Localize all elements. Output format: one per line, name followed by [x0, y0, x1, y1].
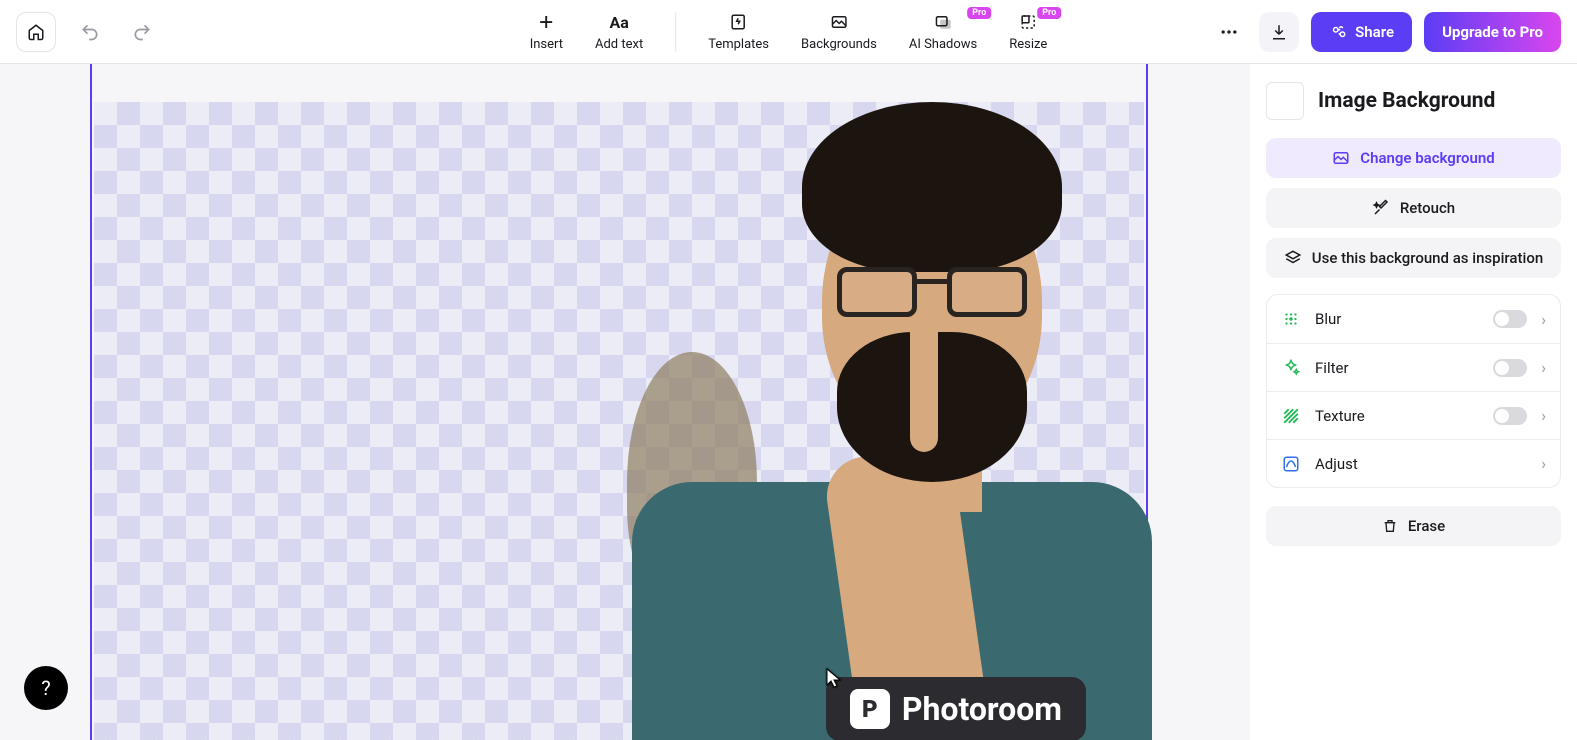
option-label: Filter	[1315, 359, 1479, 377]
chevron-right-icon: ›	[1541, 454, 1546, 473]
blur-icon	[1281, 309, 1301, 329]
text-icon: Aa	[609, 13, 628, 32]
hair-shape	[802, 102, 1062, 272]
undo-icon	[80, 22, 100, 42]
finger-shape	[910, 302, 938, 452]
redo-icon	[132, 22, 152, 42]
more-icon	[1219, 22, 1239, 42]
panel-header: Image Background	[1266, 82, 1561, 120]
redo-button[interactable]	[124, 14, 160, 50]
adjust-icon	[1281, 454, 1301, 474]
layers-icon	[1284, 249, 1302, 267]
panel-title: Image Background	[1318, 89, 1495, 113]
help-icon: ?	[41, 676, 50, 700]
download-icon	[1270, 23, 1288, 41]
right-panel: Image Background Change background Retou…	[1250, 64, 1577, 740]
button-label: Erase	[1408, 517, 1445, 535]
option-label: Adjust	[1315, 455, 1527, 473]
tool-label: Add text	[595, 37, 643, 52]
chevron-right-icon: ›	[1541, 310, 1546, 329]
help-button[interactable]: ?	[24, 666, 68, 710]
tool-label: Insert	[530, 37, 563, 52]
retouch-button[interactable]: Retouch	[1266, 188, 1561, 228]
separator	[675, 12, 676, 52]
pro-badge: Pro	[967, 7, 991, 19]
options-group: Blur › Filter › Texture ›	[1266, 294, 1561, 488]
filter-toggle[interactable]	[1493, 359, 1527, 377]
change-background-button[interactable]: Change background	[1266, 138, 1561, 178]
templates-icon	[730, 13, 748, 31]
filter-icon	[1281, 358, 1301, 378]
share-label: Share	[1355, 23, 1394, 41]
blur-toggle[interactable]	[1493, 310, 1527, 328]
inspiration-button[interactable]: Use this background as inspiration	[1266, 238, 1561, 278]
texture-toggle[interactable]	[1493, 407, 1527, 425]
insert-tool[interactable]: Insert	[530, 11, 563, 52]
plus-icon	[537, 13, 555, 31]
pro-badge: Pro	[1037, 7, 1061, 19]
retouch-icon	[1372, 199, 1390, 217]
backgrounds-tool[interactable]: Backgrounds	[801, 11, 877, 52]
share-button[interactable]: Share	[1311, 12, 1412, 52]
button-label: Use this background as inspiration	[1312, 249, 1543, 267]
undo-button[interactable]	[72, 14, 108, 50]
tool-label: Resize	[1009, 37, 1047, 52]
main-area: P Photoroom Image Background Change back…	[0, 64, 1577, 740]
option-label: Texture	[1315, 407, 1479, 425]
shadows-icon	[933, 13, 953, 31]
backgrounds-icon	[830, 13, 848, 31]
left-controls	[16, 12, 160, 52]
more-button[interactable]	[1211, 14, 1247, 50]
option-label: Blur	[1315, 310, 1479, 328]
button-label: Retouch	[1400, 199, 1455, 217]
watermark-text: Photoroom	[902, 690, 1062, 728]
upgrade-label: Upgrade to Pro	[1442, 23, 1543, 41]
texture-icon	[1281, 406, 1301, 426]
share-icon	[1329, 23, 1347, 41]
erase-button[interactable]: Erase	[1266, 506, 1561, 546]
add-text-tool[interactable]: Aa Add text	[595, 11, 643, 52]
tool-label: Backgrounds	[801, 37, 877, 52]
adjust-option[interactable]: Adjust ›	[1267, 439, 1560, 487]
chevron-right-icon: ›	[1541, 406, 1546, 425]
image-icon	[1332, 149, 1350, 167]
top-toolbar: Insert Aa Add text Templates Backgrounds…	[0, 0, 1577, 64]
resize-tool[interactable]: Pro Resize	[1009, 11, 1047, 52]
download-button[interactable]	[1259, 12, 1299, 52]
subject-image[interactable]	[572, 102, 1152, 740]
texture-option[interactable]: Texture ›	[1267, 391, 1560, 439]
background-thumbnail[interactable]	[1266, 82, 1304, 120]
glasses-shape	[837, 267, 1027, 322]
ai-shadows-tool[interactable]: Pro AI Shadows	[909, 11, 977, 52]
home-button[interactable]	[16, 12, 56, 52]
trash-icon	[1382, 518, 1398, 534]
blur-option[interactable]: Blur ›	[1267, 295, 1560, 343]
brand-logo-icon: P	[850, 689, 890, 729]
button-label: Change background	[1360, 149, 1494, 167]
watermark: P Photoroom	[826, 677, 1086, 740]
upgrade-button[interactable]: Upgrade to Pro	[1424, 12, 1561, 52]
right-controls: Share Upgrade to Pro	[1211, 12, 1561, 52]
canvas-area[interactable]: P Photoroom	[0, 64, 1250, 740]
tool-label: Templates	[708, 37, 769, 52]
resize-icon	[1019, 13, 1037, 31]
chevron-right-icon: ›	[1541, 358, 1546, 377]
home-icon	[27, 23, 45, 41]
canvas-frame[interactable]: P Photoroom	[90, 64, 1148, 740]
center-tools: Insert Aa Add text Templates Backgrounds…	[530, 11, 1048, 52]
filter-option[interactable]: Filter ›	[1267, 343, 1560, 391]
templates-tool[interactable]: Templates	[708, 11, 769, 52]
tool-label: AI Shadows	[909, 37, 977, 52]
